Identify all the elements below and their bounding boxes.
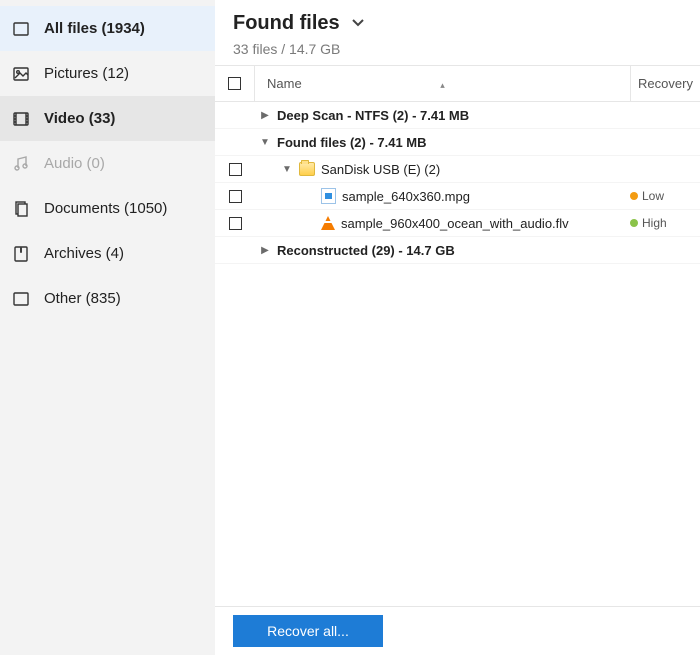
main-panel: Found files 33 files / 14.7 GB ▴ Name Re… — [215, 0, 700, 655]
title-dropdown[interactable]: Found files — [233, 12, 682, 35]
sidebar-item-label: Other (835) — [44, 290, 121, 307]
table-body: Deep Scan - NTFS (2) - 7.41 MB Found file… — [215, 102, 700, 606]
row-checkbox[interactable] — [229, 217, 242, 230]
sort-arrow-icon: ▴ — [440, 80, 445, 91]
sidebar-item-label: All files (1934) — [44, 20, 145, 37]
row-name-cell: SanDisk USB (E) (2) — [255, 162, 630, 177]
row-checkbox[interactable] — [229, 190, 242, 203]
sidebar-item-audio[interactable]: Audio (0) — [0, 141, 215, 186]
recovery-label: Low — [642, 189, 664, 203]
sidebar-item-pictures[interactable]: Pictures (12) — [0, 51, 215, 96]
footer: Recover all... — [215, 606, 700, 655]
recovery-label: High — [642, 216, 667, 230]
row-label: sample_960x400_ocean_with_audio.flv — [341, 216, 569, 231]
column-name-label: Name — [267, 76, 302, 91]
row-checkbox-cell — [215, 217, 255, 230]
table-row[interactable]: Found files (2) - 7.41 MB — [215, 129, 700, 156]
table-row[interactable]: Reconstructed (29) - 14.7 GB — [215, 237, 700, 264]
column-recovery[interactable]: Recovery — [630, 66, 700, 101]
documents-icon — [12, 200, 30, 218]
sidebar-item-all-files[interactable]: All files (1934) — [0, 6, 215, 51]
row-label: Found files (2) - 7.41 MB — [277, 135, 427, 150]
sidebar-item-label: Video (33) — [44, 110, 115, 127]
row-checkbox-cell — [215, 163, 255, 176]
subtitle: 33 files / 14.7 GB — [233, 41, 682, 57]
sidebar-item-label: Pictures (12) — [44, 65, 129, 82]
file-table: ▴ Name Recovery Deep Scan - NTFS (2) - 7… — [215, 65, 700, 606]
recovery-dot-icon — [630, 192, 638, 200]
sidebar-item-video[interactable]: Video (33) — [0, 96, 215, 141]
row-recovery-cell: High — [630, 216, 700, 230]
collapse-icon[interactable] — [281, 164, 293, 175]
audio-icon — [12, 155, 30, 173]
select-all-checkbox[interactable] — [228, 77, 241, 90]
table-row[interactable]: sample_640x360.mpg Low — [215, 183, 700, 210]
row-name-cell: Reconstructed (29) - 14.7 GB — [255, 243, 630, 258]
sidebar-item-label: Audio (0) — [44, 155, 105, 172]
archives-icon — [12, 245, 30, 263]
all-files-icon — [12, 20, 30, 38]
mpg-file-icon — [321, 188, 336, 204]
app-root: All files (1934) Pictures (12) Video (33… — [0, 0, 700, 655]
sidebar-item-label: Archives (4) — [44, 245, 124, 262]
sidebar-item-other[interactable]: Other (835) — [0, 276, 215, 321]
other-icon — [12, 290, 30, 308]
table-header: ▴ Name Recovery — [215, 66, 700, 102]
expand-icon[interactable] — [259, 110, 271, 121]
row-label: sample_640x360.mpg — [342, 189, 470, 204]
row-name-cell: Deep Scan - NTFS (2) - 7.41 MB — [255, 108, 630, 123]
row-checkbox[interactable] — [229, 163, 242, 176]
recover-all-button[interactable]: Recover all... — [233, 615, 383, 647]
sidebar-item-archives[interactable]: Archives (4) — [0, 231, 215, 276]
row-label: SanDisk USB (E) (2) — [321, 162, 440, 177]
sidebar: All files (1934) Pictures (12) Video (33… — [0, 0, 215, 655]
expand-icon[interactable] — [259, 245, 271, 256]
row-name-cell: sample_640x360.mpg — [255, 188, 630, 204]
recovery-dot-icon — [630, 219, 638, 227]
video-icon — [12, 110, 30, 128]
sidebar-item-documents[interactable]: Documents (1050) — [0, 186, 215, 231]
pictures-icon — [12, 65, 30, 83]
row-label: Reconstructed (29) - 14.7 GB — [277, 243, 455, 258]
header: Found files 33 files / 14.7 GB — [215, 0, 700, 65]
row-name-cell: sample_960x400_ocean_with_audio.flv — [255, 216, 630, 231]
folder-icon — [299, 162, 315, 176]
table-row[interactable]: sample_960x400_ocean_with_audio.flv High — [215, 210, 700, 237]
column-recovery-label: Recovery — [638, 76, 693, 91]
page-title: Found files — [233, 12, 340, 35]
table-row[interactable]: Deep Scan - NTFS (2) - 7.41 MB — [215, 102, 700, 129]
row-recovery-cell: Low — [630, 189, 700, 203]
sidebar-item-label: Documents (1050) — [44, 200, 167, 217]
row-name-cell: Found files (2) - 7.41 MB — [255, 135, 630, 150]
row-checkbox-cell — [215, 190, 255, 203]
collapse-icon[interactable] — [259, 137, 271, 148]
table-row[interactable]: SanDisk USB (E) (2) — [215, 156, 700, 183]
row-label: Deep Scan - NTFS (2) - 7.41 MB — [277, 108, 469, 123]
vlc-file-icon — [321, 216, 335, 230]
column-name[interactable]: ▴ Name — [255, 76, 630, 91]
header-checkbox-cell — [215, 66, 255, 101]
chevron-down-icon — [350, 14, 366, 33]
